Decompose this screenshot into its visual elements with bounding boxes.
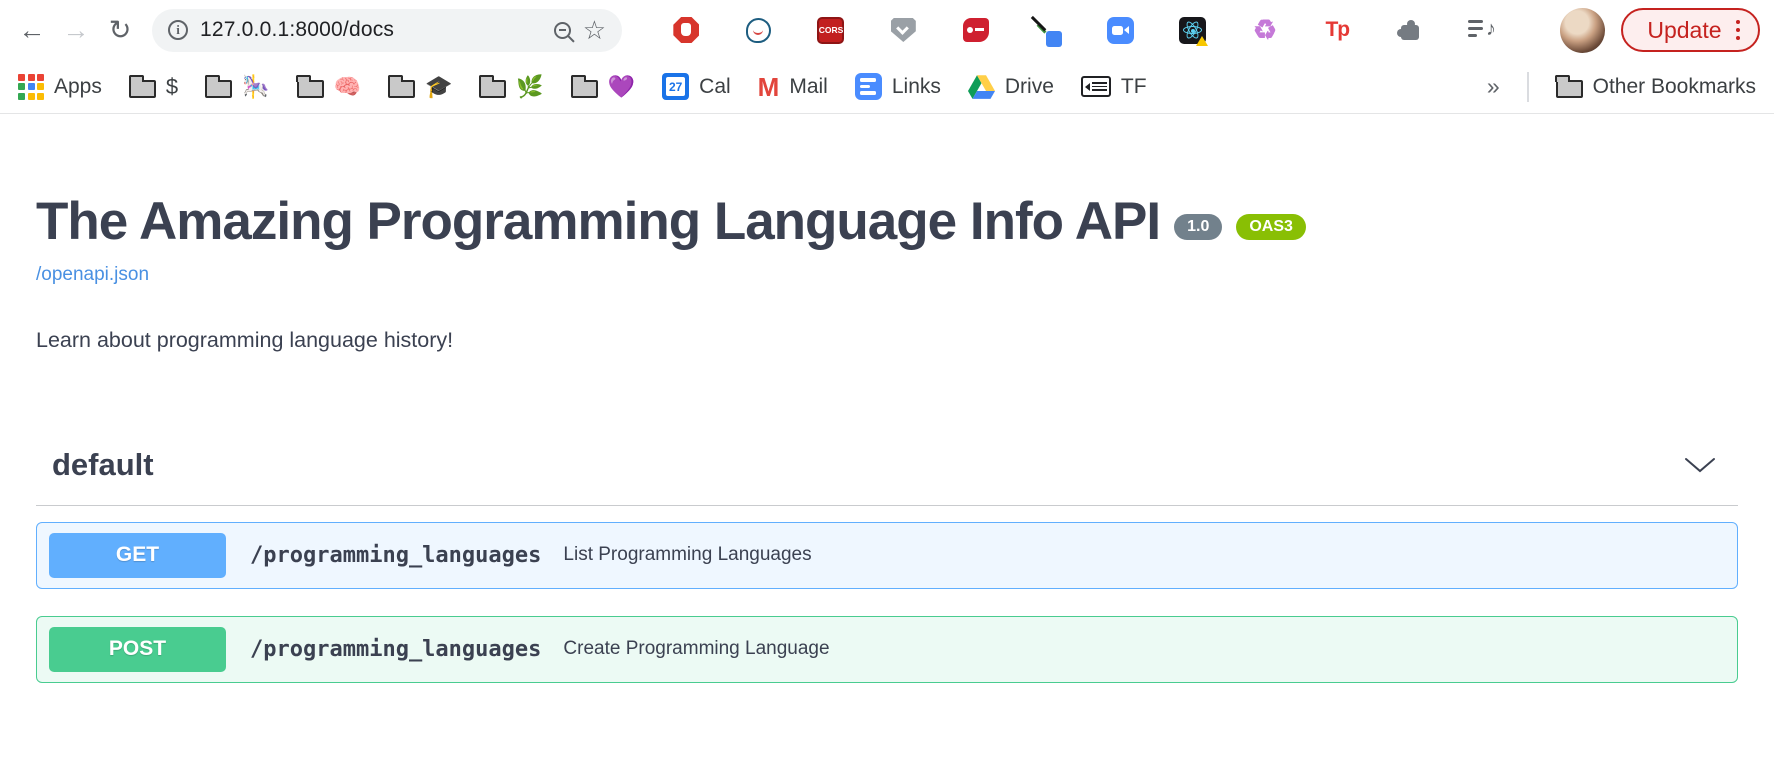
endpoint-path: /programming_languages	[250, 637, 541, 662]
endpoint-row-get[interactable]: GET /programming_languages List Programm…	[36, 522, 1738, 589]
toucan-icon[interactable]: Tp	[1321, 14, 1353, 46]
folder-icon	[479, 80, 506, 98]
music-playlist-icon[interactable]: ♪	[1466, 14, 1498, 46]
api-info-block: The Amazing Programming Language Info AP…	[36, 194, 1738, 353]
folder-icon	[205, 80, 232, 98]
bookmark-folder-dollar[interactable]: $	[129, 76, 178, 98]
bookmark-label: 💜	[608, 76, 635, 98]
adblock-stop-hand-icon[interactable]	[670, 14, 702, 46]
endpoint-path: /programming_languages	[250, 543, 541, 568]
version-badge: 1.0	[1174, 214, 1222, 241]
bookmark-folder-carousel[interactable]: 🎠	[205, 76, 269, 98]
bookmark-apps[interactable]: Apps	[18, 74, 102, 100]
folder-icon	[1556, 80, 1583, 98]
browser-menu-kebab-icon[interactable]	[1736, 20, 1741, 41]
bookmark-folder-brain[interactable]: 🧠	[297, 76, 361, 98]
forward-button[interactable]: →	[54, 8, 98, 52]
back-button[interactable]: ←	[10, 8, 54, 52]
page-title: The Amazing Programming Language Info AP…	[36, 194, 1738, 250]
update-label: Update	[1647, 17, 1721, 44]
folder-icon	[388, 80, 415, 98]
bookmark-links[interactable]: Links	[855, 73, 941, 100]
browser-toolbar: ← → ↻ i 127.0.0.1:8000/docs ☆ CORS ♻ Tp …	[0, 0, 1774, 60]
bookmark-label: 🎠	[242, 76, 269, 98]
bookmark-label: Cal	[699, 75, 731, 99]
oas3-badge: OAS3	[1236, 214, 1306, 241]
bookmark-label: Apps	[54, 75, 102, 99]
calendar-icon: 27	[662, 73, 689, 100]
endpoint-summary: Create Programming Language	[563, 638, 829, 660]
site-info-icon[interactable]: i	[168, 20, 188, 40]
swagger-page: The Amazing Programming Language Info AP…	[0, 194, 1774, 683]
bookmark-calendar[interactable]: 27 Cal	[662, 73, 731, 100]
gmail-icon: M	[758, 74, 780, 100]
bookmark-label: 🎓	[425, 76, 452, 98]
folder-icon	[129, 80, 156, 98]
bookmark-label: TF	[1121, 75, 1147, 99]
get-method-badge: GET	[49, 533, 226, 578]
tf-card-icon	[1081, 76, 1111, 97]
react-devtools-icon[interactable]	[1177, 14, 1209, 46]
extensions-puzzle-icon[interactable]	[1394, 14, 1426, 46]
bookmark-label: Other Bookmarks	[1593, 75, 1756, 99]
update-button[interactable]: Update	[1621, 8, 1760, 52]
bookmark-label: Links	[892, 75, 941, 99]
bookmarks-separator	[1527, 72, 1529, 102]
red-redirect-icon[interactable]	[960, 14, 992, 46]
eyedropper-icon[interactable]	[1032, 14, 1064, 46]
bookmark-label: 🌿	[516, 76, 543, 98]
bookmark-label: 🧠	[334, 76, 361, 98]
drive-icon	[968, 75, 995, 99]
bookmark-star-icon[interactable]: ☆	[583, 17, 606, 43]
bookmarks-bar: Apps $ 🎠 🧠 🎓 🌿 💜 27 Cal M Mail Links	[0, 60, 1774, 114]
section-default: default GET /programming_languages List …	[36, 441, 1738, 683]
chat-bubble-icon[interactable]	[743, 14, 775, 46]
recycle-icon[interactable]: ♻	[1249, 14, 1281, 46]
folder-icon	[297, 80, 324, 98]
zoom-out-icon[interactable]	[554, 22, 571, 39]
zoom-video-icon[interactable]	[1104, 14, 1136, 46]
bookmark-mail[interactable]: M Mail	[758, 74, 828, 100]
bookmark-label: $	[166, 76, 178, 98]
api-description: Learn about programming language history…	[36, 328, 1738, 353]
post-method-badge: POST	[49, 627, 226, 672]
section-default-header[interactable]: default	[36, 441, 1738, 506]
apps-grid-icon	[18, 74, 44, 100]
bookmarks-overflow-chevron[interactable]: »	[1487, 73, 1500, 100]
cors-icon[interactable]: CORS	[815, 14, 847, 46]
section-title: default	[52, 447, 154, 483]
address-bar[interactable]: i 127.0.0.1:8000/docs ☆	[152, 9, 622, 52]
profile-avatar[interactable]	[1560, 8, 1605, 53]
endpoint-row-post[interactable]: POST /programming_languages Create Progr…	[36, 616, 1738, 683]
bookmark-label: Mail	[789, 75, 828, 99]
chevron-down-icon[interactable]	[1684, 457, 1716, 473]
bookmark-folder-purpleheart[interactable]: 💜	[571, 76, 635, 98]
links-icon	[855, 73, 882, 100]
other-bookmarks[interactable]: Other Bookmarks	[1556, 75, 1756, 99]
reload-button[interactable]: ↻	[98, 8, 142, 52]
endpoint-summary: List Programming Languages	[563, 544, 811, 566]
bookmark-drive[interactable]: Drive	[968, 75, 1054, 99]
folder-icon	[571, 80, 598, 98]
bookmark-folder-gradcap[interactable]: 🎓	[388, 76, 452, 98]
bookmark-tf[interactable]: TF	[1081, 75, 1147, 99]
url-text[interactable]: 127.0.0.1:8000/docs	[200, 18, 542, 42]
pocket-shield-icon[interactable]	[887, 14, 919, 46]
extensions-row: CORS ♻ Tp ♪	[630, 14, 1538, 46]
bookmark-label: Drive	[1005, 75, 1054, 99]
openapi-json-link[interactable]: /openapi.json	[36, 264, 149, 286]
bookmark-folder-herb[interactable]: 🌿	[479, 76, 543, 98]
